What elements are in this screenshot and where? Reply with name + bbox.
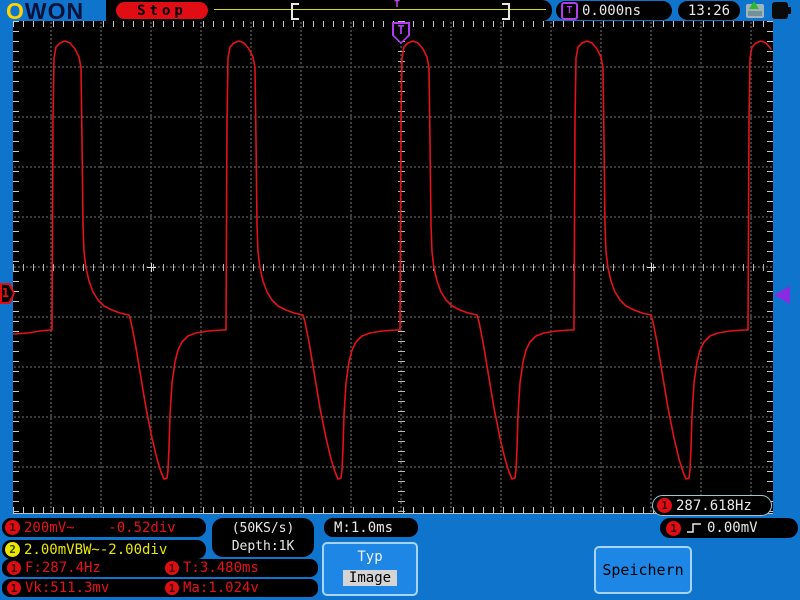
trigger-position-badge-letter: T <box>397 23 405 37</box>
measurement-period: 1 T:3.480ms <box>160 560 318 576</box>
top-status-strip: Stop T <box>106 0 552 21</box>
ch2-scale-offset: 2.00mVBW~-2.00div <box>24 541 168 558</box>
type-menu-selected-value[interactable]: Image <box>342 570 398 586</box>
trigger-offset-readout: T 0.000ns <box>556 1 672 20</box>
meas-ch-badge: 1 <box>7 581 21 595</box>
run-state-badge: Stop <box>116 2 208 19</box>
type-menu-button[interactable]: Typ Image <box>322 542 418 596</box>
ch1-badge-icon: 1 <box>657 498 672 513</box>
memory-position-line <box>214 9 546 10</box>
meas-ch-badge: 1 <box>7 561 21 575</box>
waveform-trace <box>13 40 772 480</box>
ch2-number-badge: 2 <box>5 542 20 557</box>
measurement-frequency-value: F:287.4Hz <box>25 560 101 576</box>
measurement-max: 1 Ma:1.024v <box>160 580 318 596</box>
measurement-row-2: 1 Vk:511.3mv 1 Ma:1.024v <box>2 579 318 597</box>
frequency-counter-value: 287.618Hz <box>676 497 752 514</box>
memory-trigger-marker: T <box>394 0 401 10</box>
trigger-t-icon: T <box>561 1 578 20</box>
meas-ch-badge: 1 <box>165 561 179 575</box>
clock-readout: 13:26 <box>678 1 740 20</box>
save-button[interactable]: Speichern <box>594 546 692 594</box>
rising-edge-icon <box>687 523 701 533</box>
ch1-position-marker-label: 1 <box>1 286 10 300</box>
trigger-level-value: 0.00mV <box>707 520 758 536</box>
trigger-source-badge: 1 <box>666 520 681 536</box>
measurement-frequency: 1 F:287.4Hz <box>2 560 160 576</box>
sample-info-pill: (50KS/s) Depth:1K <box>212 518 314 557</box>
ch1-status-pill: 1 200mV~ -0.52div <box>2 518 206 537</box>
frequency-counter-badge: 1 287.618Hz <box>652 495 772 516</box>
measurement-vpp: 1 Vk:511.3mv <box>2 580 160 596</box>
type-menu-label: Typ <box>357 549 383 565</box>
oscilloscope-screen: OWON Stop T T 0.000ns 13:26 T 1 287.618H… <box>0 0 800 600</box>
ch1-scale-offset: 200mV~ -0.52div <box>24 519 176 536</box>
memory-window-right-bracket <box>502 3 510 20</box>
measurement-period-value: T:3.480ms <box>183 560 259 576</box>
ch1-number-badge: 1 <box>5 520 20 535</box>
usb-storage-icon <box>746 1 764 18</box>
measurement-row-1: 1 F:287.4Hz 1 T:3.480ms <box>2 559 318 577</box>
ch2-status-pill: 2 2.00mVBW~-2.00div <box>2 540 206 559</box>
memory-depth: Depth:1K <box>231 538 295 554</box>
timebase-pill: M:1.0ms <box>324 518 418 537</box>
meas-ch-badge: 1 <box>165 581 179 595</box>
battery-icon <box>772 2 791 19</box>
sample-rate: (50KS/s) <box>231 520 295 536</box>
memory-window-left-bracket <box>291 3 299 20</box>
trigger-level-pill: 1 0.00mV <box>660 518 798 538</box>
trigger-level-arrow-icon <box>774 286 790 304</box>
trigger-offset-value: 0.000ns <box>582 2 642 19</box>
measurement-max-value: Ma:1.024v <box>183 580 259 596</box>
measurement-vpp-value: Vk:511.3mv <box>25 580 110 596</box>
